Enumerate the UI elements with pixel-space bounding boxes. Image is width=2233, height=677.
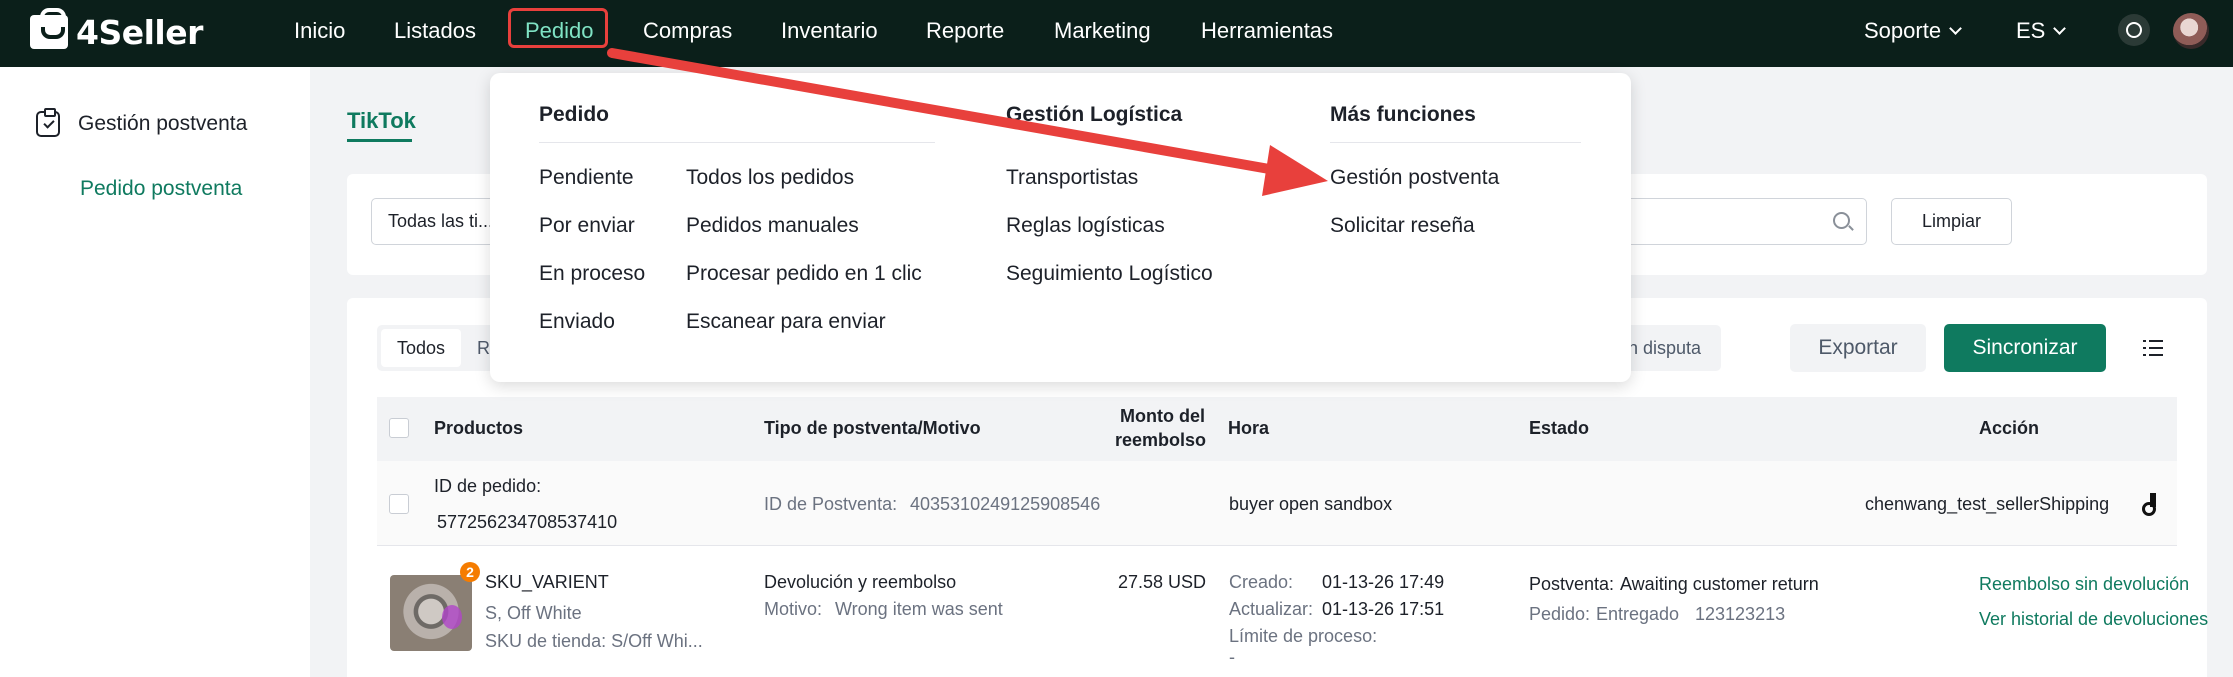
pedido-dropdown-menu: Pedido Pendiente Por enviar En proceso E… — [490, 73, 1631, 382]
segment-all[interactable]: Todos — [381, 329, 461, 367]
nav-inventario[interactable]: Inventario — [781, 0, 878, 62]
tab-tiktok[interactable]: TikTok — [347, 108, 416, 134]
dd-item-gestion-postventa[interactable]: Gestión postventa — [1330, 166, 1499, 190]
order-status: Entregado — [1596, 604, 1680, 624]
aftersale-status-label: Postventa: — [1529, 574, 1615, 594]
search-icon[interactable] — [1833, 212, 1850, 229]
segment-r[interactable]: R — [477, 329, 490, 367]
return-history-link[interactable]: Ver historial de devoluciones — [1979, 609, 2208, 630]
order-checkbox[interactable] — [389, 494, 409, 514]
created-label: Creado: — [1229, 572, 1294, 592]
order-status-label: Pedido: — [1529, 604, 1591, 624]
order-id: 577256234708537410 — [437, 512, 618, 532]
export-button[interactable]: Exportar — [1790, 324, 1926, 372]
nav-compras[interactable]: Compras — [643, 0, 732, 62]
dd-item-procesar-1-clic[interactable]: Procesar pedido en 1 clic — [686, 262, 922, 286]
clear-button[interactable]: Limpiar — [1891, 198, 2012, 245]
nav-listados[interactable]: Listados — [394, 0, 476, 62]
dd-item-todos-pedidos[interactable]: Todos los pedidos — [686, 166, 854, 190]
th-refund-amount-2: reembolso — [1115, 430, 1207, 450]
dd-item-seguimiento[interactable]: Seguimiento Logístico — [1006, 262, 1213, 286]
nav-marketing[interactable]: Marketing — [1054, 0, 1151, 62]
refund-no-return-link[interactable]: Reembolso sin devolución — [1979, 574, 2189, 595]
aftersale-status: Awaiting customer return — [1620, 574, 1819, 594]
reason-value: Wrong item was sent — [835, 599, 1003, 619]
product-sku: SKU_VARIENT — [485, 572, 609, 592]
refund-amount: 27.58 USD — [1118, 572, 1207, 592]
product-variant: S, Off White — [485, 603, 582, 623]
support-menu[interactable]: Soporte — [1864, 0, 1962, 62]
sync-button[interactable]: Sincronizar — [1944, 324, 2106, 372]
dd-item-por-enviar[interactable]: Por enviar — [539, 214, 635, 238]
quantity-badge: 2 — [460, 562, 480, 582]
aftersale-id: 4035310249125908546 — [910, 494, 1101, 514]
aftersale-id-label: ID de Postventa: — [764, 494, 898, 514]
store-sku: SKU de tienda: S/Off Whi... — [485, 631, 703, 651]
dd-item-enviado[interactable]: Enviado — [539, 310, 615, 334]
sidebar-item-aftersale-order[interactable]: Pedido postventa — [80, 177, 242, 201]
user-avatar[interactable] — [2173, 13, 2209, 49]
updated-label: Actualizar: — [1229, 599, 1314, 619]
dd-item-reglas-logisticas[interactable]: Reglas logísticas — [1006, 214, 1165, 238]
dd-item-pendiente[interactable]: Pendiente — [539, 166, 634, 190]
created-value: 01-13-26 17:49 — [1322, 572, 1445, 592]
dd-item-escanear-enviar[interactable]: Escanear para enviar — [686, 310, 886, 334]
dd-head-mas-funciones: Más funciones — [1330, 103, 1476, 126]
th-products: Productos — [434, 418, 524, 438]
dd-item-transportistas[interactable]: Transportistas — [1006, 166, 1138, 190]
order-id-label: ID de pedido: — [434, 476, 542, 496]
th-status: Estado — [1529, 418, 1590, 438]
bag-logo-icon — [30, 8, 68, 49]
order-status-code: 123123213 — [1695, 604, 1786, 624]
left-sidebar: Gestión postventa Pedido postventa — [0, 67, 310, 677]
dd-item-pedidos-manuales[interactable]: Pedidos manuales — [686, 214, 859, 238]
logo-text: 4Seller — [76, 12, 203, 52]
dd-item-solicitar-resena[interactable]: Solicitar reseña — [1330, 214, 1475, 238]
th-action: Acción — [1979, 418, 2040, 438]
support-label: Soporte — [1864, 18, 1942, 43]
dd-head-pedido: Pedido — [539, 103, 610, 126]
limit-value: - — [1229, 647, 1235, 667]
nav-herramientas[interactable]: Herramientas — [1201, 0, 1333, 62]
nav-pedido[interactable]: Pedido — [525, 0, 594, 62]
sidebar-section-label: Gestión postventa — [78, 112, 248, 135]
chevron-down-icon — [1949, 22, 1962, 35]
settings-gear-icon[interactable] — [2118, 14, 2150, 46]
product-thumbnail[interactable] — [390, 575, 472, 651]
divider — [1330, 142, 1581, 143]
th-time: Hora — [1228, 418, 1270, 438]
table-header — [377, 397, 2177, 461]
clipboard-check-icon — [36, 108, 60, 137]
select-all-checkbox[interactable] — [389, 418, 409, 438]
tab-active-underline — [347, 139, 412, 142]
dd-head-logistica: Gestión Logística — [1006, 103, 1183, 126]
nav-inicio[interactable]: Inicio — [294, 0, 345, 62]
nav-reporte[interactable]: Reporte — [926, 0, 1004, 62]
th-refund-amount-1: Monto del — [1120, 406, 1205, 426]
limit-label: Límite de proceso: — [1229, 626, 1378, 646]
updated-value: 01-13-26 17:51 — [1322, 599, 1445, 619]
aftersale-type: Devolución y reembolso — [764, 572, 957, 592]
column-settings-icon[interactable] — [2143, 339, 2163, 357]
chevron-down-icon — [2053, 22, 2067, 35]
order-event: buyer open sandbox — [1229, 494, 1393, 514]
reason-label: Motivo: — [764, 599, 823, 619]
sidebar-section-aftersale[interactable]: Gestión postventa — [36, 108, 248, 137]
th-type-reason: Tipo de postventa/Motivo — [764, 418, 981, 438]
language-label: ES — [2016, 18, 2046, 43]
divider — [539, 142, 935, 143]
shop-name: chenwang_test_sellerShipping — [1865, 494, 2110, 514]
dd-item-en-proceso[interactable]: En proceso — [539, 262, 645, 286]
app-logo[interactable]: 4Seller — [30, 8, 203, 52]
language-menu[interactable]: ES — [2016, 0, 2067, 62]
tiktok-icon — [2140, 493, 2158, 516]
top-navbar: 4Seller Inicio Listados Pedido Compras I… — [0, 0, 2233, 67]
